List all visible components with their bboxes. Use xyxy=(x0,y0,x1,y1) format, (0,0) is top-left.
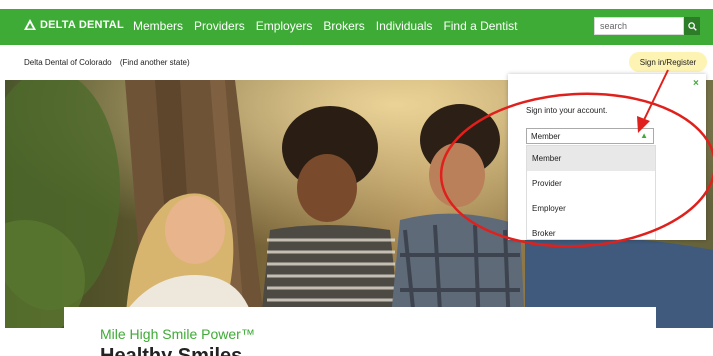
main-nav: Members Providers Employers Brokers Indi… xyxy=(133,19,528,33)
option-member[interactable]: Member xyxy=(527,146,655,171)
option-employer[interactable]: Employer xyxy=(527,196,655,221)
option-broker[interactable]: Broker xyxy=(527,221,655,246)
state-bar: Delta Dental of Colorado (Find another s… xyxy=(24,58,196,67)
card-title: Mile High Smile Power™ xyxy=(100,326,255,342)
find-another-state-link[interactable]: (Find another state) xyxy=(120,58,190,67)
account-type-options: Member Provider Employer Broker xyxy=(526,145,656,240)
search-icon xyxy=(687,21,697,31)
selected-account-type: Member xyxy=(531,132,561,141)
nav-providers[interactable]: Providers xyxy=(194,19,245,33)
search-input[interactable] xyxy=(594,17,684,35)
nav-members[interactable]: Members xyxy=(133,19,183,33)
nav-employers[interactable]: Employers xyxy=(256,19,313,33)
top-navigation: DELTA DENTAL Members Providers Employers… xyxy=(0,9,713,45)
nav-brokers[interactable]: Brokers xyxy=(323,19,364,33)
search-button[interactable] xyxy=(684,17,700,35)
close-icon[interactable]: × xyxy=(693,78,699,89)
state-name: Delta Dental of Colorado xyxy=(24,58,112,67)
nav-find-a-dentist[interactable]: Find a Dentist xyxy=(443,19,517,33)
logo-text: DELTA DENTAL xyxy=(40,19,124,31)
sign-in-popup: × Sign into your account. Member ▲ Membe… xyxy=(508,74,706,240)
sign-in-register-link[interactable]: Sign in/Register xyxy=(629,52,707,72)
card-subtitle: Healthy Smiles xyxy=(100,345,243,356)
caret-up-icon: ▲ xyxy=(640,131,648,140)
delta-dental-logo[interactable]: DELTA DENTAL xyxy=(24,19,124,31)
nav-individuals[interactable]: Individuals xyxy=(376,19,433,33)
delta-triangle-icon xyxy=(24,19,36,30)
hero-content-card: Mile High Smile Power™ Healthy Smiles xyxy=(64,307,656,356)
sign-in-prompt: Sign into your account. xyxy=(526,106,608,115)
option-provider[interactable]: Provider xyxy=(527,171,655,196)
account-type-select[interactable]: Member ▲ xyxy=(526,128,654,144)
